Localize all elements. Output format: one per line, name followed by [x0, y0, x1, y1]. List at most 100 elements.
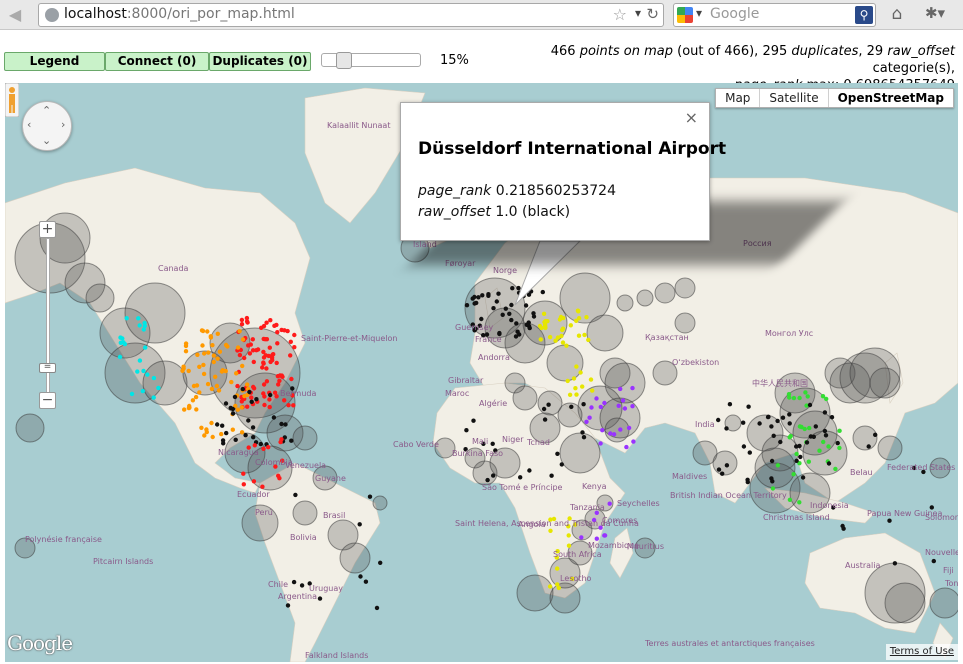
pan-control[interactable]: ⌃ ⌄ ‹ › [22, 101, 72, 151]
point-marker [769, 458, 775, 464]
point-marker [813, 424, 818, 429]
point-marker [559, 462, 564, 467]
point-marker [283, 422, 288, 427]
duplicates-button[interactable]: Duplicates (0) [209, 52, 311, 71]
point-marker [263, 337, 268, 342]
duplicate-circle [14, 537, 36, 559]
pan-left-icon[interactable]: ‹ [27, 118, 31, 131]
point-marker [829, 415, 835, 420]
point-marker [931, 558, 936, 564]
map-type-map[interactable]: Map [716, 89, 759, 107]
point-marker [233, 437, 238, 442]
point-marker [471, 418, 476, 423]
point-marker [770, 479, 775, 484]
raw-offset-count: 29 [866, 44, 884, 59]
chevron-down-icon[interactable]: ▾ [696, 6, 702, 20]
pan-up-icon[interactable]: ⌃ [42, 104, 51, 117]
slider-thumb[interactable] [336, 52, 352, 69]
point-marker [261, 446, 266, 451]
map-canvas[interactable]: Kalaallit Nunaat Canada Ísland Føroyar Norge… [5, 83, 958, 662]
point-marker [618, 386, 623, 392]
pegman-icon[interactable] [5, 83, 19, 117]
point-marker [470, 322, 475, 327]
point-marker [214, 383, 220, 389]
point-marker [245, 404, 250, 409]
point-marker [516, 285, 521, 291]
point-marker [791, 472, 796, 477]
map-type-control: Map Satellite OpenStreetMap [715, 88, 954, 108]
slider-value: 15% [440, 53, 469, 68]
point-marker [765, 414, 771, 420]
search-bar[interactable]: ▾ Google ⚲ [673, 3, 876, 27]
url-path: :8000/ori_por_map.html [126, 6, 295, 22]
pan-down-icon[interactable]: ⌄ [42, 134, 51, 147]
point-marker [817, 448, 822, 453]
connect-button[interactable]: Connect (0) [105, 52, 209, 71]
point-marker [202, 433, 207, 438]
point-marker [474, 300, 479, 306]
point-marker [837, 445, 842, 451]
point-marker [747, 450, 752, 455]
point-marker [524, 322, 529, 327]
point-marker [567, 516, 572, 521]
zoom-slider-thumb[interactable]: = [39, 363, 56, 373]
point-marker [822, 428, 828, 434]
terms-of-use-link[interactable]: Terms of Use [885, 644, 958, 660]
map-type-satellite[interactable]: Satellite [759, 89, 827, 107]
points-count: 466 [550, 44, 576, 59]
url-text[interactable]: localhost:8000/ori_por_map.html [64, 6, 295, 22]
duplicates-count: 295 [762, 44, 788, 59]
point-marker [136, 316, 141, 321]
zoom-out-button[interactable]: − [39, 392, 56, 409]
point-marker [209, 420, 214, 426]
point-marker [514, 321, 519, 326]
point-marker [866, 444, 871, 449]
point-marker [202, 351, 207, 356]
point-marker [565, 378, 570, 384]
point-marker [787, 412, 792, 417]
point-marker [274, 360, 279, 366]
google-engine-icon[interactable] [677, 7, 693, 23]
point-marker [142, 320, 147, 326]
chevron-down-icon[interactable]: ▾ [635, 6, 641, 20]
land-madagascar [609, 527, 634, 579]
point-marker [247, 389, 252, 395]
point-marker [527, 468, 532, 473]
close-icon[interactable]: × [685, 110, 698, 126]
point-marker [246, 418, 251, 423]
pan-right-icon[interactable]: › [61, 118, 65, 131]
point-marker [197, 390, 202, 395]
points-phrase: points on map [579, 44, 673, 59]
point-marker [554, 555, 559, 560]
search-input[interactable]: Google [710, 6, 759, 22]
magnifier-icon[interactable]: ⚲ [855, 6, 873, 24]
star-icon[interactable]: ☆ [613, 5, 627, 24]
duplicate-circle [654, 282, 676, 304]
infowindow-raw-offset: raw_offset 1.0 (black) [418, 204, 570, 220]
point-marker [594, 536, 599, 541]
point-marker [235, 383, 240, 389]
point-marker [491, 473, 496, 478]
reload-icon[interactable]: ↻ [646, 5, 659, 23]
zoom-in-button[interactable]: + [39, 221, 56, 238]
point-marker [245, 382, 250, 387]
point-marker [225, 344, 230, 349]
point-marker [249, 399, 254, 404]
url-bar[interactable]: localhost:8000/ori_por_map.html ☆ ▾ ↻ [38, 3, 664, 27]
map-type-openstreetmap[interactable]: OpenStreetMap [827, 89, 953, 107]
home-icon[interactable]: ⌂ [886, 4, 908, 26]
addon-menu-icon[interactable]: ✱▾ [920, 4, 950, 26]
legend-button[interactable]: Legend [4, 52, 105, 71]
point-marker [197, 364, 202, 369]
point-marker [490, 441, 495, 446]
point-marker [215, 331, 220, 336]
point-marker [307, 581, 312, 586]
point-marker [232, 394, 238, 400]
back-arrow-icon[interactable]: ◀ [4, 5, 26, 25]
point-marker [481, 441, 486, 446]
point-marker [841, 526, 846, 531]
point-marker [873, 432, 878, 437]
point-marker [190, 398, 196, 403]
opacity-slider[interactable] [321, 52, 421, 69]
points-total: (out of 466), [677, 44, 759, 59]
